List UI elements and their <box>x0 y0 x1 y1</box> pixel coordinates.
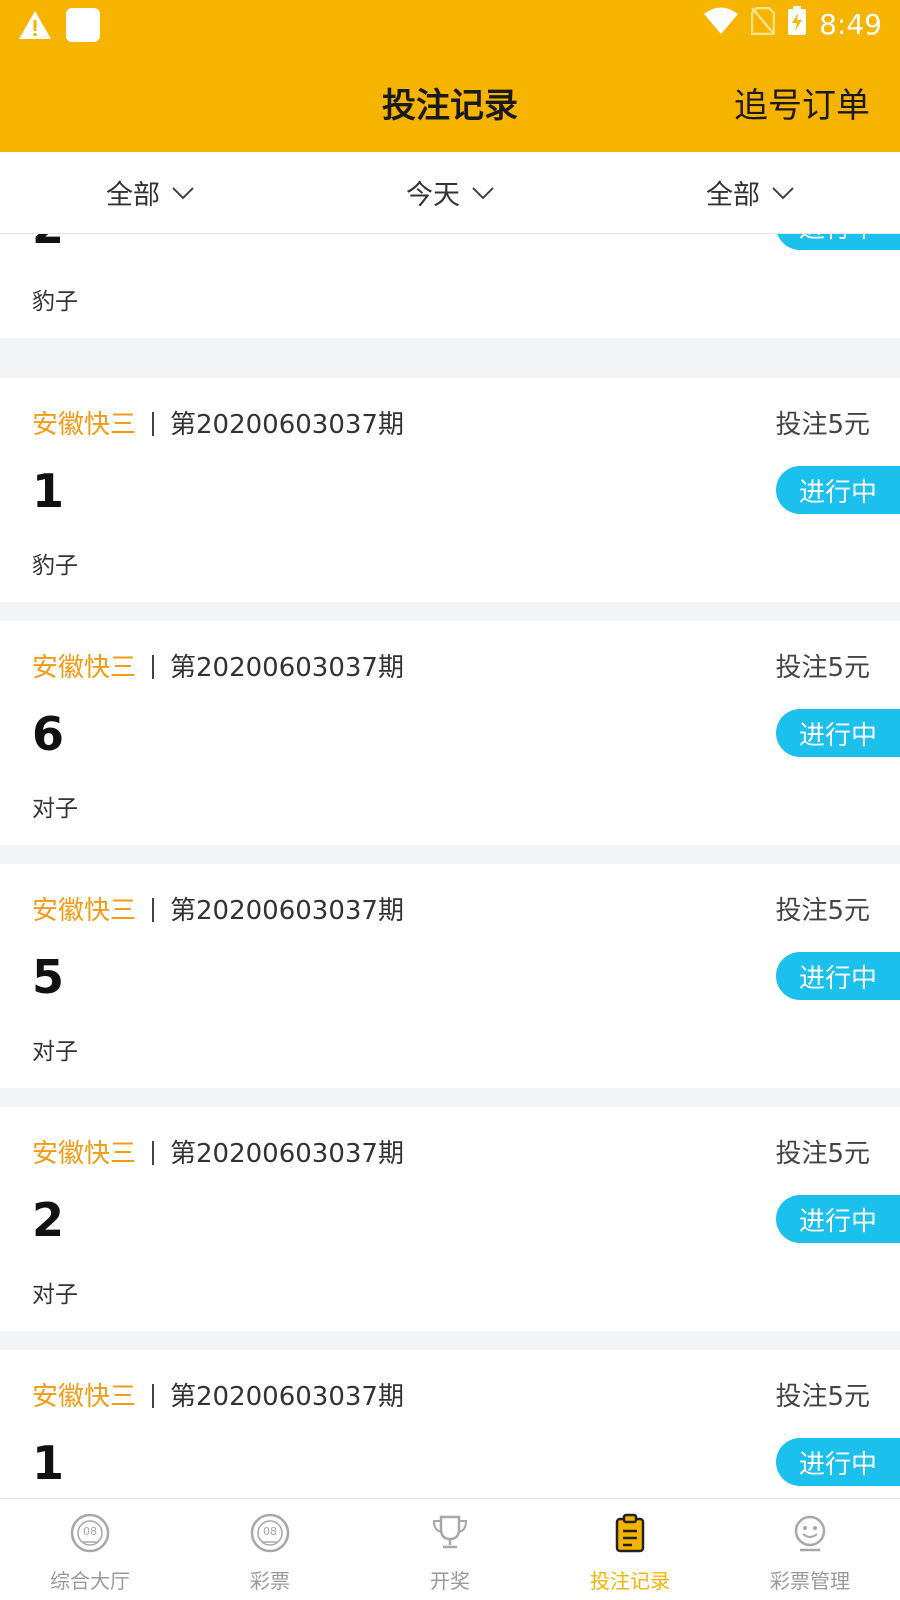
clipboard-icon <box>608 1511 652 1555</box>
status-badge: 进行中 <box>776 234 900 250</box>
bet-record-card[interactable]: 安徽快三 第20200603037期 投注5元 6 对子 进行中 <box>0 621 900 845</box>
status-time: 8:49 <box>819 8 882 41</box>
lottery-ball-icon: 08 <box>248 1511 292 1555</box>
status-left <box>18 8 100 42</box>
record-header: 安徽快三 第20200603037期 投注5元 <box>32 647 870 687</box>
no-sim-icon <box>750 6 776 42</box>
bet-number: 2 <box>32 234 64 254</box>
lottery-name: 安徽快三 <box>32 410 137 440</box>
bet-record-card[interactable]: 安徽快三 第20200603037期 投注5元 2 对子 进行中 <box>0 1107 900 1331</box>
tab-label: 彩票管理 <box>770 1569 850 1593</box>
battery-charging-icon <box>787 6 807 43</box>
lottery-ball-icon: 08 <box>68 1511 112 1555</box>
chase-orders-button[interactable]: 追号订单 <box>734 78 870 127</box>
bet-amount: 投注5元 <box>775 410 870 440</box>
tab-label: 综合大厅 <box>50 1569 130 1593</box>
lottery-type-filter[interactable]: 全部 <box>0 152 300 233</box>
divider <box>152 898 155 922</box>
bet-amount: 投注5元 <box>775 896 870 926</box>
bet-amount: 投注5元 <box>775 1139 870 1169</box>
status-bar: 8:49 <box>0 0 900 50</box>
divider <box>152 655 155 679</box>
lottery-name: 安徽快三 <box>32 896 137 926</box>
tab-lottery[interactable]: 08 彩票 <box>180 1499 360 1600</box>
draw-period: 第20200603037期 <box>170 1382 404 1412</box>
bet-record-card[interactable]: 安徽快三 第20200603037期 投注5元 1 豹子 进行中 <box>0 378 900 602</box>
bet-record-card[interactable]: 2 豹子 进行中 <box>0 234 900 338</box>
bet-number: 5 <box>32 950 65 1004</box>
smiley-icon <box>788 1511 832 1555</box>
filter-label: 全部 <box>706 180 760 211</box>
record-header: 安徽快三 第20200603037期 投注5元 <box>32 890 870 930</box>
draw-period: 第20200603037期 <box>170 1139 404 1169</box>
record-header: 安徽快三 第20200603037期 投注5元 <box>32 1376 870 1416</box>
bottom-nav: 08 综合大厅 08 彩票 开奖 投注记录 彩票管理 <box>0 1498 900 1600</box>
tab-lobby[interactable]: 08 综合大厅 <box>0 1499 180 1600</box>
draw-period: 第20200603037期 <box>170 896 404 926</box>
bet-type: 对子 <box>32 796 78 822</box>
status-badge: 进行中 <box>776 1195 900 1243</box>
status-badge: 进行中 <box>776 466 900 514</box>
tab-bet-records[interactable]: 投注记录 <box>540 1499 720 1600</box>
chevron-down-icon <box>772 186 794 200</box>
record-header: 安徽快三 第20200603037期 投注5元 <box>32 404 870 444</box>
bet-amount: 投注5元 <box>775 653 870 683</box>
lottery-name: 安徽快三 <box>32 1382 137 1412</box>
filter-bar: 全部 今天 全部 <box>0 152 900 234</box>
wifi-icon <box>703 7 739 42</box>
filter-label: 全部 <box>106 180 160 211</box>
divider <box>152 1384 155 1408</box>
record-header: 安徽快三 第20200603037期 投注5元 <box>32 1133 870 1173</box>
trophy-icon <box>428 1511 472 1555</box>
bet-record-card[interactable]: 安徽快三 第20200603037期 投注5元 1 进行中 <box>0 1350 900 1498</box>
lottery-name: 安徽快三 <box>32 1139 137 1169</box>
warning-icon <box>18 10 52 40</box>
bet-record-card[interactable]: 安徽快三 第20200603037期 投注5元 5 对子 进行中 <box>0 864 900 1088</box>
bet-number: 2 <box>32 1193 65 1247</box>
chevron-down-icon <box>472 186 494 200</box>
tab-label: 投注记录 <box>590 1569 670 1593</box>
bet-type: 对子 <box>32 1282 78 1308</box>
tab-draw-results[interactable]: 开奖 <box>360 1499 540 1600</box>
lottery-name: 安徽快三 <box>32 653 137 683</box>
divider <box>152 412 155 436</box>
bet-number: 1 <box>32 464 65 518</box>
bet-type: 豹子 <box>32 553 78 579</box>
bet-type: 豹子 <box>32 289 78 315</box>
status-badge: 进行中 <box>776 709 900 757</box>
draw-period: 第20200603037期 <box>170 653 404 683</box>
date-filter[interactable]: 今天 <box>300 152 600 233</box>
tab-label: 彩票 <box>250 1569 290 1593</box>
status-filter[interactable]: 全部 <box>600 152 900 233</box>
tab-label: 开奖 <box>430 1569 470 1593</box>
ball-glyph: 08 <box>263 1525 277 1538</box>
bet-number: 6 <box>32 707 65 761</box>
bet-record-list[interactable]: 2 豹子 进行中 安徽快三第20200603037期 投注5元 1 豹子 进行中… <box>0 234 900 1498</box>
notification-app-icon <box>66 8 100 42</box>
status-badge: 进行中 <box>776 952 900 1000</box>
bet-number: 1 <box>32 1436 65 1490</box>
tab-lottery-management[interactable]: 彩票管理 <box>720 1499 900 1600</box>
bet-type: 对子 <box>32 1039 78 1065</box>
filter-label: 今天 <box>406 180 460 211</box>
draw-period: 第20200603037期 <box>170 410 404 440</box>
divider <box>152 1141 155 1165</box>
chevron-down-icon <box>172 186 194 200</box>
bet-amount: 投注5元 <box>775 1382 870 1412</box>
title-bar: 投注记录 追号订单 <box>0 50 900 152</box>
status-right: 8:49 <box>703 6 882 43</box>
ball-glyph: 08 <box>83 1525 97 1538</box>
status-badge: 进行中 <box>776 1438 900 1486</box>
